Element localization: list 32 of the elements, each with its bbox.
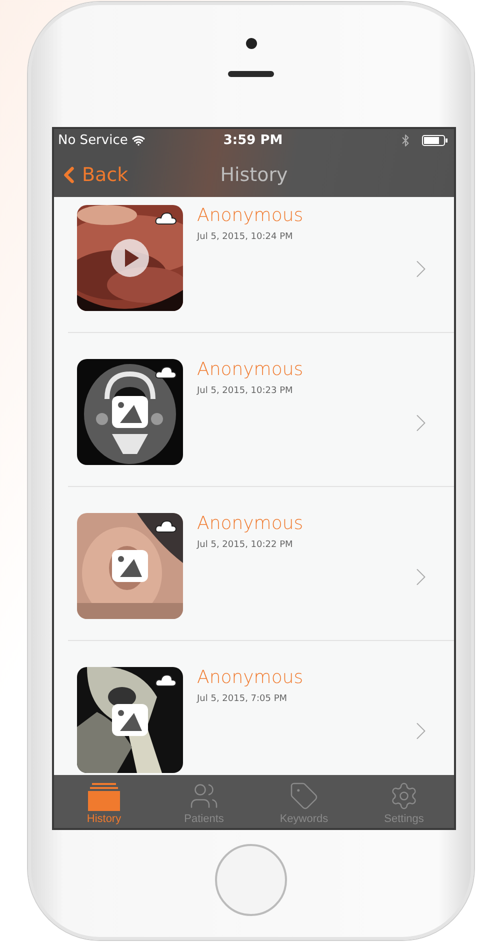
cloud-icon	[155, 212, 177, 225]
image-icon	[112, 396, 148, 428]
patient-name: Anonymous	[197, 359, 304, 380]
patient-name: Anonymous	[197, 667, 304, 688]
wifi-icon	[132, 134, 145, 147]
history-row[interactable]: Anonymous Jul 5, 2015, 10:24 PM	[68, 197, 454, 333]
cloud-icon	[155, 674, 177, 687]
history-row[interactable]: Anonymous Jul 5, 2015, 10:22 PM	[68, 487, 454, 641]
record-date: Jul 5, 2015, 10:23 PM	[197, 386, 294, 396]
tab-button[interactable]: History	[54, 775, 154, 828]
status-time: 3:59 PM	[223, 133, 283, 148]
people-icon	[189, 781, 219, 811]
record-date: Jul 5, 2015, 10:22 PM	[197, 540, 294, 550]
cloud-icon	[155, 520, 177, 533]
screen-title: History	[220, 164, 288, 186]
record-date: Jul 5, 2015, 7:05 PM	[197, 694, 288, 704]
settings-icon	[389, 781, 419, 811]
carrier-text: No Service	[58, 133, 128, 148]
back-button[interactable]: Back	[54, 162, 128, 188]
image-icon	[112, 704, 148, 736]
folder-stack-icon	[88, 783, 120, 811]
cloud-icon	[155, 366, 177, 379]
camera-icon	[246, 38, 256, 49]
speaker-icon	[228, 71, 274, 77]
record-date: Jul 5, 2015, 10:24 PM	[197, 232, 294, 242]
battery-icon	[422, 135, 448, 146]
patient-name: Anonymous	[197, 205, 304, 226]
tag-icon	[289, 781, 319, 811]
play-icon[interactable]	[111, 239, 149, 277]
patient-name: Anonymous	[197, 513, 304, 534]
history-row[interactable]: Anonymous Jul 5, 2015, 10:23 PM	[68, 333, 454, 487]
image-icon	[112, 550, 148, 582]
